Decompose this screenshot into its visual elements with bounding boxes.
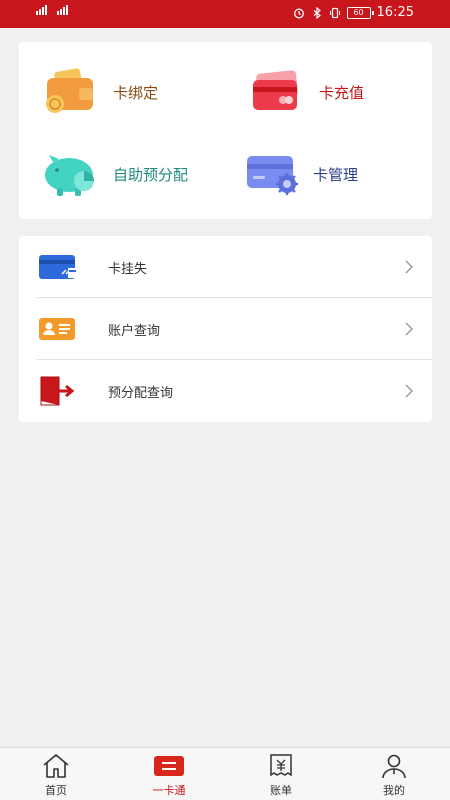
grid-item-card-management[interactable]: 卡管理: [239, 148, 358, 200]
grid-item-card-binding[interactable]: 卡绑定: [39, 66, 158, 118]
tab-home[interactable]: 首页: [11, 752, 101, 798]
list-item-account-query[interactable]: 账户查询: [19, 298, 432, 360]
chevron-right-icon: [405, 260, 413, 274]
status-bar: 60 16:25: [0, 0, 450, 28]
signal-group: [36, 5, 68, 15]
chevron-right-icon: [405, 384, 413, 398]
grid-item-label: 卡绑定: [113, 83, 159, 102]
bottom-tab-bar: 首页 一卡通 账单 我的: [0, 747, 450, 800]
bluetooth-icon: [313, 6, 321, 19]
card-settings-icon: [239, 148, 301, 200]
card-recharge-icon: [245, 66, 307, 118]
status-right: 60 16:25: [293, 5, 414, 20]
list-item-label: 卡挂失: [108, 261, 148, 277]
tab-label: 首页: [45, 784, 67, 797]
tab-one-card[interactable]: 一卡通: [124, 752, 214, 798]
signal-icon: [36, 5, 47, 15]
grid-item-self-preallocate[interactable]: 自助预分配: [39, 148, 188, 200]
wallet-icon: [39, 66, 101, 118]
piggy-bank-icon: [39, 148, 101, 200]
tab-label: 一卡通: [152, 784, 186, 797]
grid-item-card-recharge[interactable]: 卡充值: [245, 66, 364, 118]
clock: 16:25: [376, 5, 414, 20]
alarm-icon: [293, 8, 304, 18]
grid-item-label: 卡管理: [313, 165, 359, 184]
list-item-label: 账户查询: [108, 323, 161, 339]
battery-icon: 60: [346, 6, 374, 19]
service-grid: 卡绑定 卡充值 自助预分配 卡管理: [19, 42, 432, 219]
signal-icon: [57, 5, 68, 15]
tab-profile[interactable]: 我的: [349, 752, 439, 798]
tab-label: 我的: [383, 784, 405, 797]
list-item-preallocate-query[interactable]: 预分配查询: [19, 360, 432, 422]
tab-label: 账单: [270, 784, 292, 797]
grid-item-label: 卡充值: [319, 83, 365, 102]
list-item-label: 预分配查询: [108, 385, 174, 401]
home-icon: [40, 752, 72, 780]
exit-door-icon: [37, 376, 77, 406]
service-list: 卡挂失 账户查询 预分配查询: [19, 236, 432, 422]
grid-item-label: 自助预分配: [113, 165, 189, 184]
vibrate-icon: [329, 7, 340, 18]
one-card-icon: [153, 752, 185, 780]
id-card-icon: [37, 315, 77, 343]
bill-icon: [265, 752, 297, 780]
chevron-right-icon: [405, 322, 413, 336]
tab-bill[interactable]: 账单: [236, 752, 326, 798]
list-item-card-lost[interactable]: 卡挂失: [19, 236, 432, 298]
card-lost-icon: [37, 253, 77, 281]
profile-icon: [378, 752, 410, 780]
